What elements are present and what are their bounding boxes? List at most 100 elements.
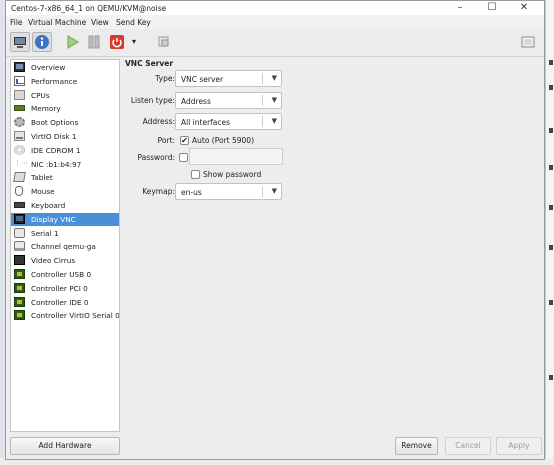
hardware-item-nic-b1-b4-97[interactable]: ⋮⋯ NIC :b1:b4:97: [11, 158, 119, 171]
hardware-item-performance[interactable]: Performance: [11, 75, 119, 88]
controller-icon: [14, 310, 25, 321]
snapshot-icon: [158, 36, 169, 47]
hardware-item-controller-ide-0[interactable]: Controller IDE 0: [11, 296, 119, 309]
background-right-strip: [545, 0, 554, 465]
keymap-dropdown[interactable]: en-us ▼: [175, 183, 282, 200]
run-play-icon: [67, 35, 79, 49]
keymap-label: Keymap:: [142, 187, 175, 196]
hardware-item-keyboard[interactable]: Keyboard: [11, 199, 119, 212]
close-button[interactable]: ✕: [508, 1, 540, 15]
cdrom-icon: [14, 144, 25, 155]
password-checkbox[interactable]: [179, 153, 188, 162]
keyboard-icon: [14, 202, 25, 208]
dropdown-separator: [262, 73, 263, 84]
toolbar: ▾: [6, 29, 544, 57]
hardware-item-label: Serial 1: [31, 228, 59, 238]
hardware-list: Overview Performance CPUs Memory Boot Option…: [10, 59, 120, 432]
show-password-checkbox[interactable]: [191, 170, 200, 179]
dropdown-separator: [262, 116, 263, 127]
hardware-item-serial-1[interactable]: Serial 1: [11, 227, 119, 240]
hardware-item-label: IDE CDROM 1: [31, 145, 81, 155]
hardware-item-label: Controller VirtIO Serial 0: [31, 311, 120, 321]
listen-type-label: Listen type:: [130, 96, 175, 105]
apply-button[interactable]: Apply: [496, 437, 542, 455]
dropdown-arrow-icon: ▼: [271, 187, 277, 195]
hardware-item-display-vnc[interactable]: Display VNC: [11, 212, 119, 226]
run-button[interactable]: [62, 32, 82, 52]
video-icon: [14, 255, 25, 266]
hardware-item-label: Memory: [31, 104, 61, 114]
shutdown-button[interactable]: [107, 32, 127, 52]
dropdown-separator: [262, 95, 263, 106]
details-button[interactable]: [32, 32, 52, 52]
cancel-button[interactable]: Cancel: [445, 437, 491, 455]
listen-type-dropdown[interactable]: Address ▼: [175, 92, 282, 109]
add-hardware-button[interactable]: Add Hardware: [10, 437, 120, 455]
hardware-item-label: Tablet: [31, 173, 53, 183]
memory-icon: [14, 105, 25, 112]
hardware-item-virtio-disk-1[interactable]: VirtIO Disk 1: [11, 130, 119, 143]
fullscreen-button[interactable]: [518, 32, 538, 52]
hardware-item-tablet[interactable]: Tablet: [11, 171, 119, 184]
hardware-item-label: CPUs: [31, 90, 50, 100]
password-label: Password:: [137, 153, 175, 162]
hardware-item-mouse[interactable]: Mouse: [11, 185, 119, 198]
listen-type-value: Address: [181, 97, 211, 106]
pause-button[interactable]: [84, 32, 104, 52]
snapshot-button[interactable]: [154, 32, 174, 52]
address-dropdown[interactable]: All interfaces ▼: [175, 113, 282, 130]
hardware-item-boot-options[interactable]: Boot Options: [11, 116, 119, 129]
hardware-item-label: Video Cirrus: [31, 256, 76, 266]
nic-icon: ⋮⋯: [14, 158, 28, 167]
show-password-label: Show password: [203, 170, 262, 179]
port-label: Port:: [157, 136, 175, 145]
hardware-item-label: Controller IDE 0: [31, 297, 89, 307]
address-value: All interfaces: [181, 118, 231, 127]
type-value: VNC server: [181, 75, 224, 84]
port-auto-label: Auto (Port 5900): [192, 136, 254, 145]
address-label: Address:: [142, 117, 175, 126]
boot-options-icon: [14, 117, 25, 128]
hardware-item-label: Mouse: [31, 187, 55, 197]
details-info-icon: [35, 35, 49, 49]
hardware-item-video-cirrus[interactable]: Video Cirrus: [11, 254, 119, 267]
password-input[interactable]: [189, 148, 283, 165]
tablet-icon: [13, 172, 26, 183]
section-title: VNC Server: [125, 59, 174, 68]
type-dropdown[interactable]: VNC server ▼: [175, 70, 282, 87]
menu-send-key[interactable]: Send Key: [116, 18, 151, 27]
shutdown-power-icon: [110, 35, 124, 49]
title-bar: Centos-7-x86_64_1 on QEMU/KVM@noise – ☐ …: [6, 1, 544, 15]
hardware-item-cpus[interactable]: CPUs: [11, 89, 119, 102]
hardware-item-label: VirtIO Disk 1: [31, 132, 77, 141]
hardware-item-controller-usb-0[interactable]: Controller USB 0: [11, 268, 119, 281]
mouse-icon: [15, 186, 23, 197]
controller-icon: [14, 269, 25, 279]
menu-file[interactable]: File: [10, 18, 23, 27]
keymap-value: en-us: [181, 188, 202, 197]
hardware-item-controller-pci-0[interactable]: Controller PCI 0: [11, 282, 119, 295]
minimize-button[interactable]: –: [444, 1, 476, 15]
hardware-item-ide-cdrom-1[interactable]: IDE CDROM 1: [11, 144, 119, 157]
hardware-item-memory[interactable]: Memory: [11, 102, 119, 115]
hardware-item-overview[interactable]: Overview: [11, 61, 119, 74]
menu-virtual-machine[interactable]: Virtual Machine: [28, 18, 86, 27]
serial-icon: [14, 227, 25, 238]
window-title: Centos-7-x86_64_1 on QEMU/KVM@noise: [11, 4, 167, 13]
dropdown-arrow-icon: ▼: [271, 117, 277, 125]
hardware-item-channel-qemu-ga[interactable]: Channel qemu-ga: [11, 240, 119, 253]
maximize-button[interactable]: ☐: [476, 1, 508, 15]
controller-icon: [14, 296, 25, 307]
menu-bar: File Virtual Machine View Send Key: [6, 15, 544, 29]
hardware-item-label: Display VNC: [31, 214, 76, 224]
dropdown-arrow-icon: ▼: [271, 96, 277, 104]
menu-view[interactable]: View: [91, 18, 109, 27]
hardware-item-label: Controller PCI 0: [31, 283, 88, 293]
shutdown-menu-arrow-icon[interactable]: ▾: [128, 32, 140, 52]
remove-button[interactable]: Remove: [395, 437, 438, 455]
hardware-item-controller-virtio-serial-0[interactable]: Controller VirtIO Serial 0: [11, 309, 119, 322]
channel-icon: [14, 241, 25, 252]
dropdown-separator: [262, 186, 263, 197]
console-button[interactable]: [10, 32, 30, 52]
port-auto-checkbox[interactable]: ✔: [180, 136, 189, 145]
